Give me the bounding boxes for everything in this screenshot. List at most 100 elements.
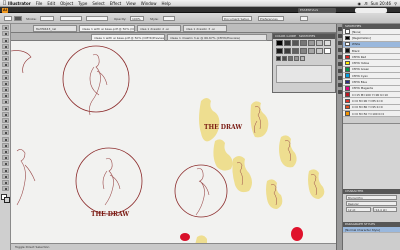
menu-select[interactable]: Select [92, 1, 104, 6]
tab-window-1[interactable]: ideas 1 with ai base.pdf @ 50% (CMYK/Pre… [91, 34, 165, 41]
hand-tool-icon[interactable] [1, 179, 9, 185]
rectangle-tool-icon[interactable] [1, 62, 9, 68]
character-panel-header[interactable]: CHARACTER [343, 189, 400, 194]
swatch-3[interactable] [300, 40, 307, 46]
help-search-input[interactable] [355, 7, 387, 13]
brushes-panel-icon[interactable] [337, 41, 342, 45]
swatch-0[interactable] [276, 40, 283, 46]
font-family-dropdown[interactable]: Myriad Pro [346, 195, 397, 200]
direct-selection-tool-icon[interactable] [1, 31, 9, 37]
swatch-2[interactable] [292, 40, 299, 46]
font-size-field[interactable]: 12 pt [346, 207, 371, 212]
workspace-switcher[interactable]: ESSENTIALS [298, 7, 336, 13]
opacity-field[interactable]: 100% [130, 16, 144, 21]
appearance-panel-icon[interactable] [337, 76, 342, 80]
width-tool-icon[interactable] [1, 105, 9, 111]
layers-panel-icon[interactable] [337, 83, 342, 87]
tab-color-guide[interactable]: COLOR GUIDE [275, 34, 296, 38]
transparency-panel-icon[interactable] [337, 69, 342, 73]
type-tool-icon[interactable] [1, 49, 9, 55]
swatch-11[interactable] [308, 48, 315, 54]
swatch-list-item[interactable]: C=0 M=50 Y=100 K=0 [343, 110, 400, 118]
swatch-5[interactable] [316, 40, 323, 46]
stroke-weight-field[interactable] [40, 16, 54, 21]
gradient-tool-icon[interactable] [1, 136, 9, 142]
free-transform-tool-icon[interactable] [1, 111, 9, 117]
mesh-tool-icon[interactable] [1, 130, 9, 136]
zoom-tool-icon[interactable] [1, 186, 9, 192]
blend-tool-icon[interactable] [1, 148, 9, 154]
paintbrush-tool-icon[interactable] [1, 68, 9, 74]
swatch-14[interactable] [276, 56, 281, 61]
font-style-dropdown[interactable]: Regular [346, 201, 397, 206]
menu-effect[interactable]: Effect [110, 1, 122, 6]
color-guide-area[interactable] [276, 65, 332, 83]
shape-builder-tool-icon[interactable] [1, 118, 9, 123]
swatch-6[interactable] [324, 40, 331, 46]
magic-wand-tool-icon[interactable] [1, 37, 9, 43]
color-panel-icon[interactable] [337, 27, 342, 31]
wifi-icon[interactable]: ◉ [358, 1, 362, 6]
swatch-10[interactable] [300, 48, 307, 54]
document-setup-button[interactable]: Document Setup [222, 16, 252, 21]
blob-brush-tool-icon[interactable] [1, 80, 9, 86]
tab-document-1[interactable]: 8a3f9443_nsl [33, 25, 77, 32]
pencil-tool-icon[interactable] [1, 74, 9, 80]
gradient-panel-icon[interactable] [337, 62, 342, 66]
rotate-tool-icon[interactable] [1, 93, 9, 99]
eyedropper-tool-icon[interactable] [1, 142, 9, 148]
menu-view[interactable]: View [126, 1, 136, 6]
preferences-button[interactable]: Preferences [258, 16, 284, 21]
symbol-sprayer-tool-icon[interactable] [1, 155, 9, 161]
scale-tool-icon[interactable] [1, 99, 9, 105]
stroke-color-picker[interactable] [14, 16, 22, 21]
leading-field[interactable]: (14.4 pt) [372, 207, 397, 212]
artboard-tool-icon[interactable] [1, 167, 9, 173]
spotlight-icon[interactable]: ⚲ [394, 1, 397, 6]
symbols-panel-icon[interactable] [337, 48, 342, 52]
variable-width-dropdown[interactable] [60, 16, 82, 21]
tab-document-2[interactable]: ideas 1 with ai base.pdf @ 50% (CMYK/Pre… [79, 25, 135, 32]
pen-tool-icon[interactable] [1, 43, 9, 49]
swatches-panel-icon[interactable] [337, 34, 342, 38]
menu-object[interactable]: Object [60, 1, 73, 6]
arrange-documents-icon[interactable] [300, 16, 308, 21]
volume-icon[interactable]: ♬ [364, 1, 368, 6]
paragraph-style-item[interactable]: [Normal Character Style] [343, 227, 400, 234]
selection-tool-icon[interactable] [1, 25, 9, 31]
swatch-8[interactable] [284, 48, 291, 54]
graphic-style-dropdown[interactable] [163, 16, 175, 21]
menu-app-name[interactable]: Illustrator [8, 1, 31, 6]
swatch-15[interactable] [282, 56, 287, 61]
slice-tool-icon[interactable] [1, 173, 9, 179]
line-tool-icon[interactable] [1, 56, 9, 62]
eraser-tool-icon[interactable] [1, 87, 9, 93]
tab-document-4[interactable]: idea 1 drawlin 3 .ai [183, 25, 227, 32]
menu-type[interactable]: Type [78, 1, 87, 6]
perspective-grid-tool-icon[interactable] [1, 124, 9, 130]
menu-window[interactable]: Window [141, 1, 157, 6]
menu-help[interactable]: Help [162, 1, 171, 6]
tab-document-3[interactable]: idea 1 drawlin 2 .ai [137, 25, 181, 32]
menu-edit[interactable]: Edit [47, 1, 55, 6]
tab-window-2[interactable]: ideas 1 drawlin 3.ai @ 66.67% (CMYK/Prev… [167, 34, 267, 41]
swatch-1[interactable] [284, 40, 291, 46]
swatch-18[interactable] [300, 56, 305, 61]
swatch-16[interactable] [288, 56, 293, 61]
tab-swatches[interactable]: SWATCHES [299, 34, 315, 38]
clock[interactable]: Sun 20:46 [371, 1, 391, 6]
fill-stroke-swatches[interactable] [0, 194, 10, 204]
artboards-panel-icon[interactable] [337, 90, 342, 94]
column-graph-tool-icon[interactable] [1, 161, 9, 167]
swatch-12[interactable] [316, 48, 323, 54]
stroke-panel-icon[interactable] [337, 55, 342, 59]
swatch-4[interactable] [308, 40, 315, 46]
menu-file[interactable]: File [36, 1, 43, 6]
fill-color-picker[interactable] [4, 16, 12, 21]
stroke-swatch[interactable] [3, 197, 10, 204]
swatch-17[interactable] [294, 56, 299, 61]
swatch-9[interactable] [292, 48, 299, 54]
brush-dropdown[interactable] [86, 16, 108, 21]
swatch-7[interactable] [276, 48, 283, 54]
swatch-13[interactable] [324, 48, 331, 54]
